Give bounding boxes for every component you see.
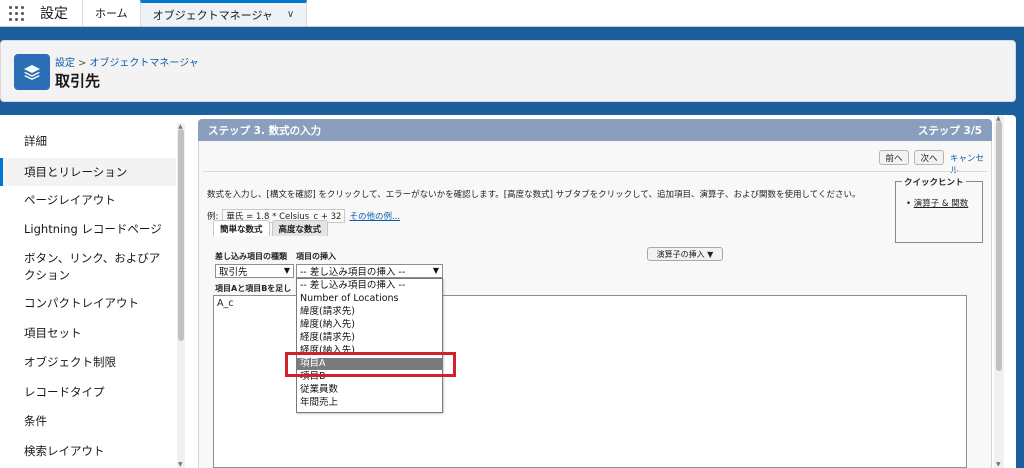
- quick-tips-item: • 演算子 & 関数: [906, 199, 969, 209]
- app-name: 設定: [32, 0, 83, 26]
- sidebar-item-object-limits[interactable]: オブジェクト制限: [0, 354, 176, 371]
- instructions-text: 数式を入力し、[構文を確認] をクリックして、エラーがないかを確認します。[高度…: [207, 190, 861, 200]
- step-progress: ステップ 3/5: [917, 124, 982, 137]
- page-header: 設定 > オブジェクトマネージャ 取引先: [0, 40, 1016, 102]
- main-scrollbar[interactable]: ▲ ▼: [994, 115, 1004, 468]
- next-button[interactable]: 次へ: [914, 150, 944, 165]
- chevron-down-icon[interactable]: ∨: [287, 9, 294, 20]
- scroll-down-icon[interactable]: ▼: [178, 461, 183, 468]
- main-scroll-thumb[interactable]: [996, 121, 1002, 371]
- top-app-bar: 設定 ホーム オブジェクトマネージャ ∨: [0, 0, 1024, 27]
- divider: [203, 171, 987, 172]
- sidebar-item-fields-relationships[interactable]: 項目とリレーション: [0, 158, 176, 186]
- sidebar-scroll-thumb[interactable]: [178, 129, 184, 341]
- insert-field-select[interactable]: -- 差し込み項目の挿入 -- ▼: [296, 264, 443, 278]
- sidebar-item-buttons-links-actions[interactable]: ボタン、リンク、およびア: [0, 250, 176, 267]
- tab-home[interactable]: ホーム: [83, 0, 140, 26]
- merge-field-type-select[interactable]: 取引先 ▼: [215, 264, 294, 278]
- page-title: 取引先: [55, 72, 101, 90]
- app-launcher-button[interactable]: [0, 0, 32, 26]
- breadcrumb-object-manager-link[interactable]: オブジェクトマネージャ: [89, 58, 198, 69]
- previous-button[interactable]: 前へ: [879, 150, 909, 165]
- operators-functions-link[interactable]: 演算子 & 関数: [914, 199, 969, 209]
- insert-field-value: -- 差し込み項目の挿入 --: [300, 267, 406, 278]
- content-area: 詳細 項目とリレーション ページレイアウト Lightning レコードページ …: [0, 115, 1016, 468]
- insert-field-label: 項目の挿入: [296, 252, 336, 261]
- dropdown-option[interactable]: Number of Locations: [297, 293, 442, 305]
- chevron-down-icon: ▼: [283, 266, 290, 275]
- highlight-annotation: [285, 352, 456, 377]
- chevron-down-icon: ▼: [432, 266, 439, 275]
- step-body: 前へ 次へ キャンセル 数式を入力し、[構文を確認] をクリックして、エラーがな…: [198, 141, 992, 468]
- breadcrumb-setup-link[interactable]: 設定: [55, 58, 75, 69]
- sidebar-item-field-sets[interactable]: 項目セット: [0, 325, 176, 342]
- waffle-icon: [8, 5, 24, 21]
- sidebar-item-page-layouts[interactable]: ページレイアウト: [0, 192, 176, 209]
- dropdown-option[interactable]: 緯度(請求先): [297, 306, 442, 318]
- formula-area-label: 項目Aと項目Bを足し: [215, 284, 292, 293]
- dropdown-option[interactable]: 経度(請求先): [297, 332, 442, 344]
- sidebar-item-search-layouts[interactable]: 検索レイアウト: [0, 443, 176, 460]
- formula-tabs: 簡単な数式 高度な数式: [213, 220, 330, 236]
- quick-tips-title: クイックヒント: [902, 176, 966, 188]
- merge-field-type-value: 取引先: [219, 267, 248, 278]
- sidebar-item-record-types[interactable]: レコードタイプ: [0, 384, 176, 401]
- sidebar-scrollbar[interactable]: ▲ ▼: [177, 123, 185, 468]
- sidebar-item-compact-layouts[interactable]: コンパクトレイアウト: [0, 295, 176, 312]
- step-title: ステップ 3. 数式の入力: [208, 124, 322, 137]
- cancel-link[interactable]: キャンセル: [950, 152, 991, 176]
- sidebar-item-lightning-record-pages[interactable]: Lightning レコードページ: [0, 221, 176, 238]
- sidebar-item-buttons-links-actions-line2[interactable]: クション: [0, 267, 176, 284]
- sidebar-item-conditions[interactable]: 条件: [0, 413, 176, 430]
- tab-advanced-formula[interactable]: 高度な数式: [271, 220, 329, 236]
- insert-operator-button[interactable]: 演算子の挿入 ▼: [647, 247, 723, 261]
- scroll-down-icon[interactable]: ▼: [996, 461, 1001, 468]
- tab-object-manager[interactable]: オブジェクトマネージャ ∨: [139, 0, 308, 26]
- insert-field-dropdown-list: -- 差し込み項目の挿入 -- Number of Locations 緯度(請…: [296, 278, 443, 413]
- tab-home-label: ホーム: [95, 7, 128, 20]
- step-header: ステップ 3. 数式の入力 ステップ 3/5: [198, 119, 992, 141]
- tab-object-manager-label: オブジェクトマネージャ: [152, 8, 273, 22]
- dropdown-option[interactable]: -- 差し込み項目の挿入 --: [297, 280, 442, 292]
- dropdown-option[interactable]: 従業員数: [297, 384, 442, 396]
- dropdown-option[interactable]: 緯度(納入先): [297, 319, 442, 331]
- tab-simple-formula[interactable]: 簡単な数式: [213, 220, 270, 236]
- sidebar: 詳細 項目とリレーション ページレイアウト Lightning レコードページ …: [0, 115, 186, 468]
- layers-icon: [14, 54, 50, 90]
- merge-field-type-label: 差し込み項目の種類: [215, 252, 287, 261]
- breadcrumb: 設定 > オブジェクトマネージャ: [55, 54, 199, 69]
- dropdown-option[interactable]: 年間売上: [297, 397, 442, 409]
- breadcrumb-separator: >: [78, 58, 87, 69]
- formula-editor: ステップ 3. 数式の入力 ステップ 3/5 前へ 次へ キャンセル 数式を入力…: [198, 115, 992, 468]
- more-examples-link[interactable]: その他の例...: [349, 210, 400, 222]
- quick-tips-box: クイックヒント • 演算子 & 関数: [895, 176, 983, 243]
- sidebar-item-details[interactable]: 詳細: [0, 133, 176, 150]
